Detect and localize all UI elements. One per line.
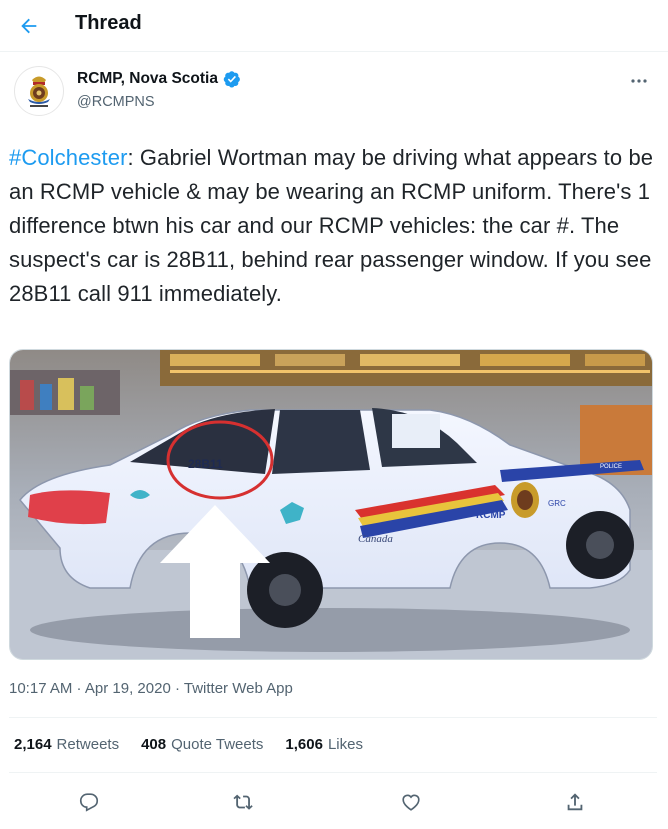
quote-tweets-label: Quote Tweets — [171, 736, 264, 753]
likes-stat[interactable]: 1,606 Likes — [285, 736, 363, 753]
meta-separator: · — [72, 680, 85, 697]
hashtag-link[interactable]: #Colchester — [9, 145, 128, 170]
verified-badge-icon — [223, 71, 240, 88]
like-button[interactable] — [397, 788, 425, 816]
author-name-row[interactable]: RCMP, Nova Scotia — [77, 70, 241, 88]
author-name[interactable]: RCMP, Nova Scotia — [77, 70, 218, 88]
retweets-stat[interactable]: 2,164 Retweets — [14, 736, 119, 753]
tweet-time[interactable]: 10:17 AM — [9, 680, 72, 697]
divider — [9, 717, 657, 718]
tweet-meta: 10:17 AM · Apr 19, 2020 · Twitter Web Ap… — [9, 680, 293, 697]
like-icon — [402, 794, 420, 811]
author-handle[interactable]: @RCMPNS — [77, 94, 155, 110]
tweet-actions — [0, 784, 668, 820]
likes-label: Likes — [327, 736, 363, 753]
tweet-date[interactable]: Apr 19, 2020 — [85, 680, 171, 697]
door-rcmp-text: RCMP — [476, 510, 506, 521]
door-grc-text: GRC — [548, 499, 566, 508]
quote-tweets-count: 408 — [141, 736, 167, 753]
reply-icon — [79, 793, 99, 812]
retweets-count: 2,164 — [14, 736, 52, 753]
canada-wordmark: Canada — [358, 533, 393, 545]
retweet-button[interactable] — [230, 788, 258, 816]
likes-count: 1,606 — [285, 736, 323, 753]
more-options-button[interactable] — [626, 70, 652, 92]
share-icon — [567, 793, 583, 811]
arrow-left-icon — [21, 18, 37, 34]
back-button[interactable] — [15, 12, 43, 40]
rcmp-crest-icon — [17, 69, 61, 113]
tweet-photo[interactable]: RCMP GRC Canada POLICE 28B11 — [9, 349, 653, 660]
police-text: POLICE — [600, 464, 622, 470]
police-car-photo: RCMP GRC Canada POLICE 28B11 — [10, 350, 652, 659]
car-number-text: 28B11 — [188, 457, 223, 471]
thread-header: Thread — [0, 0, 668, 52]
more-dots-icon — [631, 79, 647, 83]
tweet-stats: 2,164 Retweets 408 Quote Tweets 1,606 Li… — [14, 736, 363, 753]
tweet-author: RCMP, Nova Scotia @RCMPNS — [14, 64, 654, 120]
divider — [9, 772, 657, 773]
reply-button[interactable] — [75, 788, 103, 816]
retweet-icon — [233, 794, 253, 810]
quote-tweets-stat[interactable]: 408 Quote Tweets — [141, 736, 263, 753]
retweets-label: Retweets — [56, 736, 120, 753]
page-title: Thread — [75, 12, 142, 34]
share-button[interactable] — [561, 788, 589, 816]
meta-separator: · — [170, 680, 184, 697]
tweet-text: #Colchester: Gabriel Wortman may be driv… — [9, 141, 657, 311]
avatar[interactable] — [14, 66, 64, 116]
tweet-source[interactable]: Twitter Web App — [184, 680, 293, 697]
